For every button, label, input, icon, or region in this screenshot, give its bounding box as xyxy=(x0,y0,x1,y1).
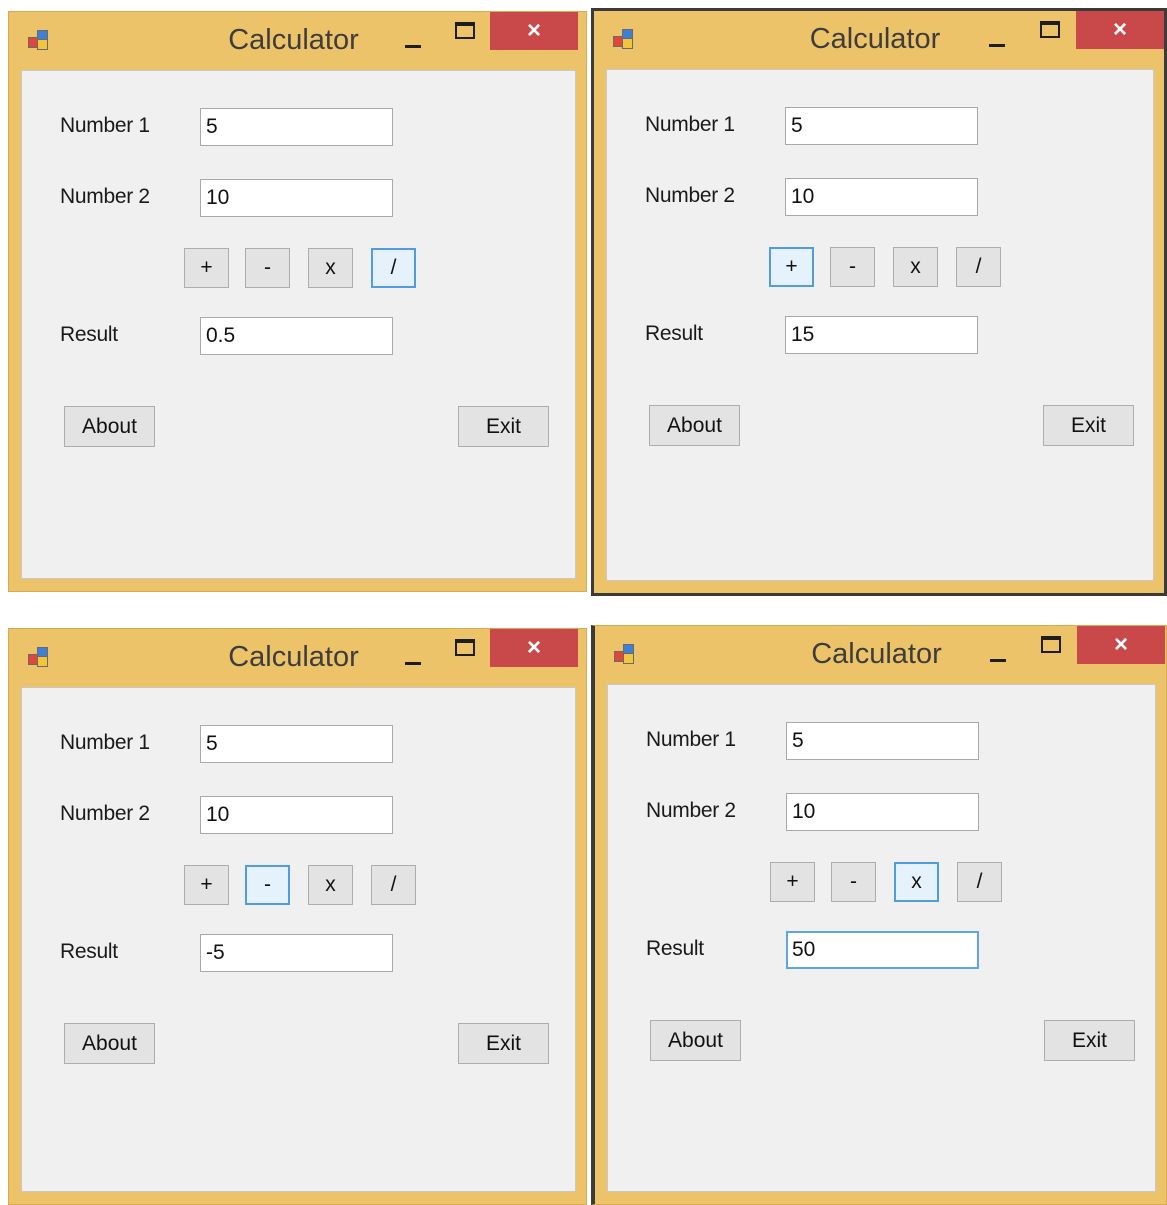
add-button[interactable]: + xyxy=(770,862,815,902)
about-button[interactable]: About xyxy=(650,1020,741,1061)
number2-field[interactable]: 10 xyxy=(200,796,393,834)
exit-button[interactable]: Exit xyxy=(458,1023,549,1064)
form-client-area: Number 1 5 Number 2 10 + - x / Result 50… xyxy=(607,684,1156,1192)
multiply-button[interactable]: x xyxy=(893,247,938,287)
minimize-icon[interactable] xyxy=(985,644,1011,670)
number2-field[interactable]: 10 xyxy=(785,178,978,216)
close-button[interactable]: × xyxy=(490,12,578,50)
result-label: Result xyxy=(60,323,118,346)
number2-label: Number 2 xyxy=(646,799,736,822)
number1-label: Number 1 xyxy=(646,728,736,751)
divide-button[interactable]: / xyxy=(957,862,1002,902)
number1-label: Number 1 xyxy=(60,114,150,137)
divide-button[interactable]: / xyxy=(371,865,416,905)
minimize-icon[interactable] xyxy=(984,29,1010,55)
number1-field[interactable]: 5 xyxy=(786,722,979,760)
divide-button[interactable]: / xyxy=(371,248,416,288)
title-bar[interactable]: Calculator × xyxy=(595,626,1166,682)
minimize-icon[interactable] xyxy=(400,647,426,673)
number2-label: Number 2 xyxy=(645,184,735,207)
form-client-area: Number 1 5 Number 2 10 + - x / Result 15… xyxy=(606,69,1154,581)
close-button[interactable]: × xyxy=(1077,626,1165,664)
maximize-icon[interactable] xyxy=(1040,21,1060,38)
subtract-button[interactable]: - xyxy=(830,247,875,287)
multiply-button[interactable]: x xyxy=(894,862,939,902)
subtract-button[interactable]: - xyxy=(245,865,290,905)
about-button[interactable]: About xyxy=(649,405,740,446)
number1-field[interactable]: 5 xyxy=(785,107,978,145)
maximize-icon[interactable] xyxy=(455,22,475,39)
close-button[interactable]: × xyxy=(1076,11,1164,49)
number1-label: Number 1 xyxy=(645,113,735,136)
number1-field[interactable]: 5 xyxy=(200,725,393,763)
multiply-button[interactable]: x xyxy=(308,865,353,905)
calculator-window-2: Calculator × Number 1 5 Number 2 10 + - … xyxy=(591,8,1167,596)
form-client-area: Number 1 5 Number 2 10 + - x / Result 0.… xyxy=(21,70,576,579)
result-label: Result xyxy=(60,940,118,963)
minimize-icon[interactable] xyxy=(400,30,426,56)
number2-field[interactable]: 10 xyxy=(786,793,979,831)
calculator-window-3: Calculator × Number 1 5 Number 2 10 + - … xyxy=(8,628,587,1205)
number2-label: Number 2 xyxy=(60,802,150,825)
about-button[interactable]: About xyxy=(64,406,155,447)
title-bar[interactable]: Calculator × xyxy=(594,11,1164,67)
number1-label: Number 1 xyxy=(60,731,150,754)
maximize-icon[interactable] xyxy=(1041,636,1061,653)
exit-button[interactable]: Exit xyxy=(1043,405,1134,446)
form-client-area: Number 1 5 Number 2 10 + - x / Result -5… xyxy=(21,687,576,1192)
about-button[interactable]: About xyxy=(64,1023,155,1064)
number2-label: Number 2 xyxy=(60,185,150,208)
calculator-window-1: Calculator × Number 1 5 Number 2 10 + - … xyxy=(8,11,587,592)
add-button[interactable]: + xyxy=(769,247,814,287)
result-field[interactable]: -5 xyxy=(200,934,393,972)
calculator-window-4: Calculator × Number 1 5 Number 2 10 + - … xyxy=(591,625,1167,1205)
number2-field[interactable]: 10 xyxy=(200,179,393,217)
add-button[interactable]: + xyxy=(184,865,229,905)
result-label: Result xyxy=(646,937,704,960)
add-button[interactable]: + xyxy=(184,248,229,288)
exit-button[interactable]: Exit xyxy=(1044,1020,1135,1061)
title-bar[interactable]: Calculator × xyxy=(9,12,586,68)
result-field[interactable]: 0.5 xyxy=(200,317,393,355)
result-field[interactable]: 50 xyxy=(786,931,979,969)
subtract-button[interactable]: - xyxy=(245,248,290,288)
subtract-button[interactable]: - xyxy=(831,862,876,902)
maximize-icon[interactable] xyxy=(455,639,475,656)
divide-button[interactable]: / xyxy=(956,247,1001,287)
result-field[interactable]: 15 xyxy=(785,316,978,354)
title-bar[interactable]: Calculator × xyxy=(9,629,586,685)
close-button[interactable]: × xyxy=(490,629,578,667)
result-label: Result xyxy=(645,322,703,345)
exit-button[interactable]: Exit xyxy=(458,406,549,447)
multiply-button[interactable]: x xyxy=(308,248,353,288)
number1-field[interactable]: 5 xyxy=(200,108,393,146)
